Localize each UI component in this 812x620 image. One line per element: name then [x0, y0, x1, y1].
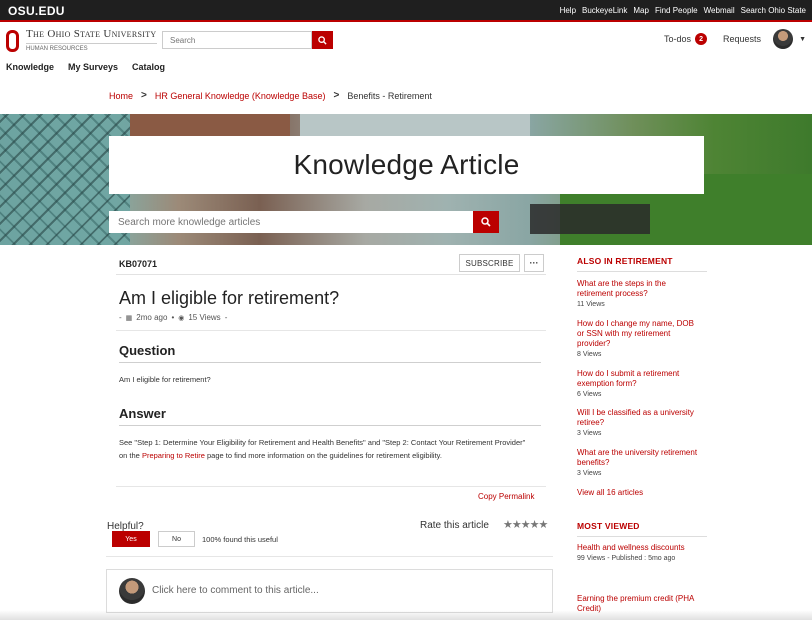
related-article[interactable]: How do I submit a retirement exemption f… — [577, 369, 702, 399]
more-options-button[interactable]: ··· — [524, 254, 544, 272]
related-article-title[interactable]: How do I submit a retirement exemption f… — [577, 369, 702, 389]
search-icon — [481, 217, 491, 227]
useful-percentage: 100% found this useful — [202, 535, 278, 544]
nav-knowledge[interactable]: Knowledge — [6, 62, 54, 72]
answer-text: See "Step 1: Determine Your Eligibility … — [119, 438, 526, 460]
hero-title-card: Knowledge Article — [109, 136, 704, 194]
copy-permalink-link[interactable]: Copy Permalink — [478, 492, 534, 501]
article-meta: - ▦ 2mo ago • ◉ 15 Views - — [119, 313, 228, 322]
preparing-to-retire-link[interactable]: Preparing to Retire — [142, 451, 205, 460]
chevron-right-icon: > — [333, 90, 340, 101]
header-user-area: To-dos 2 Requests ▼ — [664, 29, 806, 49]
also-in-retirement-heading: ALSO IN RETIREMENT — [577, 256, 707, 272]
related-article[interactable]: Will I be classified as a university ret… — [577, 408, 702, 438]
helpful-no-button[interactable]: No — [158, 531, 195, 547]
chevron-right-icon: > — [141, 90, 147, 101]
related-article-title[interactable]: What are the steps in the retirement pro… — [577, 279, 702, 299]
chevron-down-icon[interactable]: ▼ — [799, 36, 806, 43]
most-viewed-article[interactable]: Health and wellness discounts 99 Views -… — [577, 543, 702, 563]
related-article-views: 8 Views — [577, 351, 602, 358]
osu-hr-logo[interactable]: The Ohio State University HUMAN RESOURCE… — [6, 28, 157, 52]
most-viewed-meta: 99 Views - Published : 5mo ago — [577, 555, 676, 562]
help-link[interactable]: Help — [560, 6, 576, 15]
breadcrumb-current: Benefits - Retirement — [347, 90, 432, 101]
related-article-title[interactable]: Will I be classified as a university ret… — [577, 408, 702, 428]
question-heading: Question — [119, 343, 541, 363]
helpful-yes-button[interactable]: Yes — [112, 531, 150, 547]
related-article-views: 3 Views — [577, 430, 602, 437]
related-article-title[interactable]: What are the university retirement benef… — [577, 448, 702, 468]
divider — [106, 556, 553, 557]
question-text: Am I eligible for retirement? — [119, 375, 211, 384]
todos-label: To-dos — [664, 34, 692, 44]
article-title: Am I eligible for retirement? — [119, 288, 340, 308]
find-people-link[interactable]: Find People — [655, 6, 698, 15]
eye-icon: ◉ — [178, 314, 185, 322]
department-name: HUMAN RESOURCES — [26, 43, 157, 52]
article-views: 15 Views — [188, 313, 221, 322]
commenter-avatar — [119, 578, 145, 604]
university-name: The Ohio State University — [26, 28, 157, 40]
calendar-icon: ▦ — [125, 314, 133, 322]
view-all-articles-link[interactable]: View all 16 articles — [577, 488, 643, 497]
webmail-link[interactable]: Webmail — [704, 6, 735, 15]
related-article[interactable]: What are the steps in the retirement pro… — [577, 279, 702, 309]
breadcrumb-knowledge-base[interactable]: HR General Knowledge (Knowledge Base) — [155, 91, 326, 101]
most-viewed-title[interactable]: Health and wellness discounts — [577, 543, 702, 553]
comment-placeholder[interactable]: Click here to comment to this article... — [152, 585, 319, 596]
related-article[interactable]: How do I change my name, DOB or SSN with… — [577, 319, 702, 359]
rate-article-label: Rate this article — [420, 520, 489, 531]
osu-global-links: Help BuckeyeLink Map Find People Webmail… — [560, 6, 806, 15]
todos-count-badge: 2 — [695, 33, 708, 45]
header-search-input[interactable] — [163, 32, 311, 48]
article-age: 2mo ago — [136, 313, 168, 322]
most-viewed-heading: MOST VIEWED — [577, 521, 707, 537]
comment-box[interactable]: Click here to comment to this article... — [106, 569, 553, 613]
hero-banner: Knowledge Article — [0, 114, 812, 245]
nav-catalog[interactable]: Catalog — [132, 62, 165, 72]
user-avatar[interactable] — [773, 29, 794, 49]
search-ohio-state-link[interactable]: Search Ohio State — [741, 6, 806, 15]
related-article-views: 3 Views — [577, 470, 602, 477]
site-header: The Ohio State University HUMAN RESOURCE… — [0, 24, 812, 58]
related-article-title[interactable]: How do I change my name, DOB or SSN with… — [577, 319, 702, 349]
nav-my-surveys[interactable]: My Surveys — [68, 62, 118, 72]
related-article-views: 6 Views — [577, 391, 602, 398]
divider — [116, 486, 546, 487]
related-article-views: 11 Views — [577, 301, 605, 308]
page-title: Knowledge Article — [293, 149, 520, 180]
todos-link[interactable]: To-dos 2 — [664, 33, 708, 45]
breadcrumb-home[interactable]: Home — [109, 91, 133, 101]
osu-global-bar: OSU.EDU Help BuckeyeLink Map Find People… — [0, 0, 812, 22]
map-link[interactable]: Map — [633, 6, 649, 15]
answer-heading: Answer — [119, 406, 541, 426]
hero-background-bench — [530, 204, 650, 234]
block-o-icon — [6, 30, 19, 52]
osu-edu-link[interactable]: OSU.EDU — [8, 4, 65, 18]
article-number: KB07071 — [119, 259, 158, 269]
main-nav: Knowledge My Surveys Catalog — [6, 62, 165, 72]
divider — [116, 330, 546, 331]
hero-background-sculpture — [300, 114, 530, 136]
knowledge-search-input[interactable] — [109, 211, 473, 233]
related-article[interactable]: What are the university retirement benef… — [577, 448, 702, 478]
requests-link[interactable]: Requests — [723, 34, 761, 44]
header-search-field[interactable] — [162, 31, 312, 49]
hero-background-building — [130, 114, 290, 136]
breadcrumb: Home > HR General Knowledge (Knowledge B… — [109, 90, 432, 101]
article-toolbar: KB07071 SUBSCRIBE ··· — [116, 253, 546, 275]
subscribe-button[interactable]: SUBSCRIBE — [459, 254, 520, 272]
search-icon — [318, 35, 327, 45]
knowledge-search-field[interactable] — [109, 211, 473, 233]
star-rating[interactable]: ★★★★★ — [503, 518, 548, 531]
buckeyelink-link[interactable]: BuckeyeLink — [582, 6, 627, 15]
knowledge-search-button[interactable] — [473, 211, 499, 233]
header-search-button[interactable] — [312, 31, 333, 49]
